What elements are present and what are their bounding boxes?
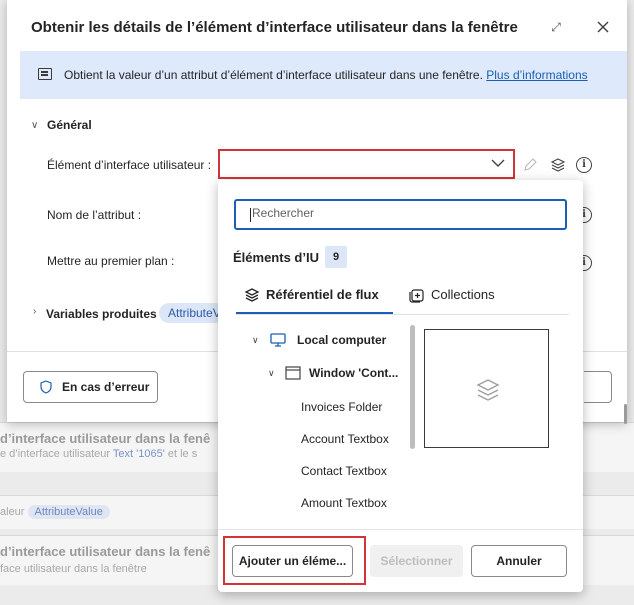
add-ui-element-button[interactable]: Ajouter un éléme... <box>232 545 353 577</box>
more-info-link[interactable]: Plus d’informations <box>486 68 587 82</box>
divider <box>236 314 569 315</box>
tab-label: Référentiel de flux <box>266 287 379 302</box>
info-text: Obtient la valeur d’un attribut d’élémen… <box>64 68 588 82</box>
search-field[interactable] <box>234 199 567 230</box>
on-error-button[interactable]: En cas d’erreur <box>23 371 158 403</box>
variable-pill: AttributeValue <box>27 505 110 519</box>
chevron-down-icon[interactable]: ∨ <box>31 120 38 131</box>
dialog-title: Obtenir les détails de l’élément d’inter… <box>31 19 518 36</box>
layers-icon[interactable] <box>550 157 566 173</box>
text-cursor <box>250 208 251 222</box>
shield-icon <box>40 380 52 394</box>
divider <box>218 529 583 530</box>
window-icon <box>285 366 301 380</box>
attribute-name-label: Nom de l’attribut : <box>47 208 142 222</box>
variable-pill[interactable]: AttributeValue <box>159 303 225 323</box>
close-icon[interactable] <box>593 17 613 37</box>
tree-node-window[interactable]: ∨ Window 'Cont... <box>236 362 416 386</box>
pencil-icon[interactable] <box>522 157 538 173</box>
tab-label: Collections <box>431 287 495 302</box>
chevron-down-icon[interactable]: ∨ <box>268 368 278 378</box>
tree-node-item[interactable]: Contact Textbox <box>236 460 416 484</box>
tree-node-label: Local computer <box>297 333 387 347</box>
layers-icon <box>476 379 500 401</box>
tree-node-local-computer[interactable]: ∨ Local computer <box>236 329 416 353</box>
tree-node-item[interactable]: Amount Textbox <box>236 492 416 516</box>
collection-add-icon <box>409 289 424 303</box>
select-button[interactable]: Sélectionner <box>370 545 463 577</box>
flow-step-description: aleur AttributeValue <box>0 505 110 519</box>
chevron-down-icon <box>491 159 505 167</box>
flow-step-description: face utilisateur dans la fenêtre <box>0 563 147 575</box>
layers-icon <box>244 288 260 302</box>
ui-elements-count-badge: 9 <box>325 246 347 268</box>
ui-element-dropdown[interactable] <box>218 149 515 179</box>
ui-element-label: Élément d’interface utilisateur : <box>47 158 212 172</box>
monitor-icon <box>270 333 286 347</box>
tree-node-label: Window 'Cont... <box>309 366 399 380</box>
element-preview <box>424 329 549 448</box>
ui-elements-label: Éléments d’IU <box>233 250 319 265</box>
tree-scrollbar[interactable] <box>410 325 415 449</box>
flow-step-description: e d’interface utilisateur Text '1065' et… <box>0 448 198 460</box>
ui-element-tree: ∨ Local computer ∨ Window 'Cont... Invoi… <box>236 325 421 525</box>
section-general[interactable]: Général <box>47 118 92 132</box>
info-card-icon <box>38 68 52 80</box>
chevron-right-icon[interactable]: › <box>33 306 36 317</box>
expand-icon[interactable]: ⤢ <box>548 19 564 35</box>
tree-node-item[interactable]: Account Textbox <box>236 428 416 452</box>
tree-node-label: Contact Textbox <box>301 464 387 478</box>
tree-node-label: Amount Textbox <box>301 496 387 510</box>
page-scrollbar[interactable] <box>624 404 627 424</box>
cancel-button[interactable]: Annuler <box>471 545 567 577</box>
tree-node-label: Invoices Folder <box>301 400 383 414</box>
flow-step-title: d’interface utilisateur dans la fenê <box>0 431 211 446</box>
flow-step-title: d’interface utilisateur dans la fenê <box>0 544 211 559</box>
tree-node-item[interactable]: Invoices Folder <box>236 396 416 420</box>
chevron-down-icon[interactable]: ∨ <box>252 335 262 345</box>
foreground-label: Mettre au premier plan : <box>47 254 175 268</box>
tree-node-label: Account Textbox <box>301 432 389 446</box>
ui-element-picker: Éléments d’IU 9 Référentiel de flux Coll… <box>218 180 583 592</box>
save-button[interactable] <box>584 371 612 403</box>
info-icon[interactable]: i <box>576 157 592 173</box>
search-input[interactable] <box>252 206 552 220</box>
on-error-label: En cas d’erreur <box>62 380 150 394</box>
section-variables[interactable]: Variables produites <box>46 307 157 321</box>
info-bar: Obtient la valeur d’un attribut d’élémen… <box>20 51 627 99</box>
